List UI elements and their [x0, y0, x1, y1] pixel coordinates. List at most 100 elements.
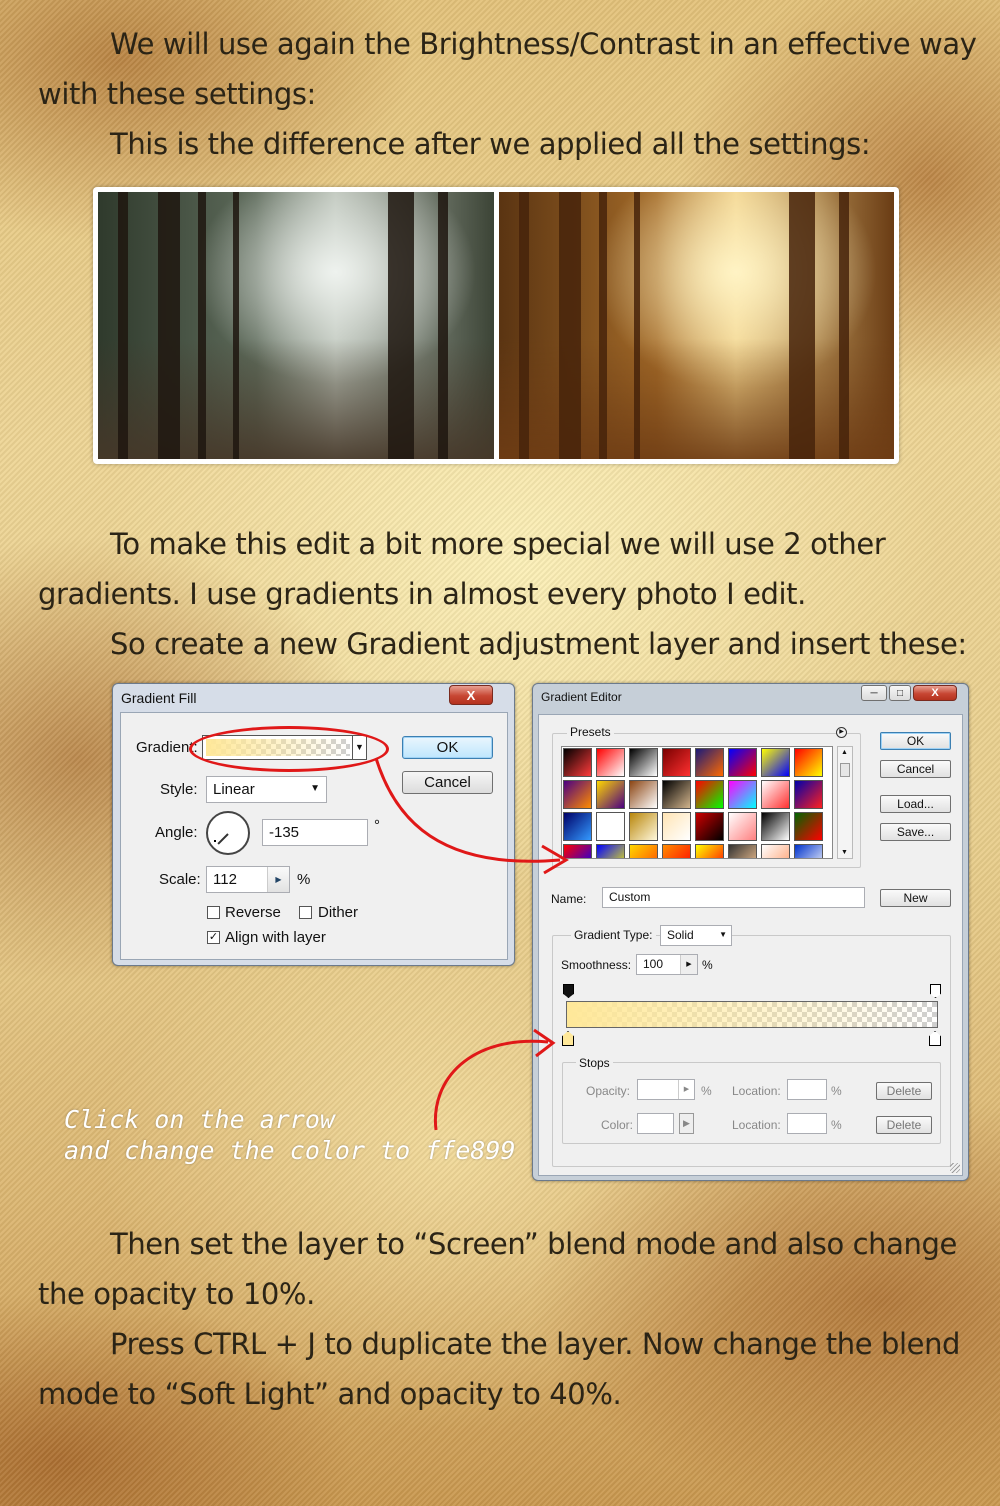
- color-swatch: [637, 1113, 674, 1134]
- preset-swatch[interactable]: [563, 780, 592, 809]
- presets-label: Presets: [567, 725, 614, 739]
- opacity-location-input: [787, 1079, 827, 1100]
- preset-swatch[interactable]: [596, 748, 625, 777]
- preset-swatch[interactable]: [596, 812, 625, 841]
- preset-swatch[interactable]: [629, 812, 658, 841]
- paragraph-text: This is the difference after we applied …: [110, 127, 871, 161]
- close-button[interactable]: X: [913, 685, 957, 701]
- style-label: Style:: [160, 781, 198, 798]
- save-button[interactable]: Save...: [880, 823, 951, 841]
- presets-scrollbar[interactable]: ▲ ▼: [837, 746, 853, 859]
- presets-menu-icon[interactable]: ▶: [836, 727, 847, 738]
- cancel-button[interactable]: Cancel: [402, 771, 493, 794]
- dialog-title: Gradient Fill: [121, 690, 197, 706]
- angle-input[interactable]: -135: [262, 819, 368, 846]
- gradient-bar[interactable]: [566, 1001, 938, 1028]
- load-button[interactable]: Load...: [880, 795, 951, 813]
- gradient-type-value: Solid: [667, 928, 694, 942]
- preset-swatch[interactable]: [728, 748, 757, 777]
- preset-swatch[interactable]: [563, 844, 592, 858]
- preset-swatch[interactable]: [662, 844, 691, 858]
- preset-swatch[interactable]: [794, 748, 823, 777]
- preset-swatch[interactable]: [596, 780, 625, 809]
- color-location-input: [787, 1113, 827, 1134]
- smoothness-arrow-icon[interactable]: ▶: [680, 955, 697, 974]
- scale-input[interactable]: 112 ▶: [206, 866, 290, 893]
- opacity-location-label: Location:: [732, 1084, 781, 1098]
- ok-button[interactable]: OK: [402, 736, 493, 759]
- preset-swatch[interactable]: [629, 748, 658, 777]
- paragraph-text: To make this edit a bit more special we …: [38, 527, 886, 611]
- preset-swatch[interactable]: [728, 780, 757, 809]
- angle-label: Angle:: [155, 824, 198, 841]
- reverse-label: Reverse: [225, 904, 281, 921]
- photo-before: [98, 192, 494, 459]
- preset-swatch[interactable]: [761, 844, 790, 858]
- preset-swatch[interactable]: [662, 812, 691, 841]
- note-line-1: Click on the arrow: [64, 1105, 335, 1134]
- dither-label: Dither: [318, 904, 359, 921]
- preset-swatch[interactable]: [728, 844, 757, 858]
- paragraph-text: So create a new Gradient adjustment laye…: [110, 627, 967, 661]
- paragraph-soft-light: Press CTRL + J to duplicate the layer. N…: [38, 1319, 988, 1419]
- preset-swatch[interactable]: [695, 844, 724, 858]
- resize-grip-icon[interactable]: [950, 1163, 960, 1173]
- align-checkbox[interactable]: ✓: [207, 931, 220, 944]
- annotation-note: Click on the arrow and change the color …: [64, 1104, 516, 1166]
- preset-swatch[interactable]: [563, 812, 592, 841]
- smoothness-input[interactable]: 100 ▶: [636, 954, 698, 975]
- preset-grid: [561, 746, 833, 859]
- preset-swatch[interactable]: [662, 780, 691, 809]
- reverse-checkbox[interactable]: [207, 906, 220, 919]
- photo-after: [498, 192, 894, 459]
- preset-swatch[interactable]: [761, 780, 790, 809]
- preset-swatch[interactable]: [695, 780, 724, 809]
- opacity-input: ▶: [637, 1079, 695, 1100]
- paragraph-screen-blend: Then set the layer to “Screen” blend mod…: [38, 1219, 988, 1319]
- new-button[interactable]: New: [880, 889, 951, 907]
- paragraph-create-layer: So create a new Gradient adjustment laye…: [38, 619, 988, 669]
- minimize-button[interactable]: ─: [861, 685, 887, 701]
- delete-color-button[interactable]: Delete: [876, 1116, 932, 1134]
- window-controls: ─ □ X: [861, 685, 957, 701]
- dither-checkbox[interactable]: [299, 906, 312, 919]
- preset-swatch[interactable]: [761, 748, 790, 777]
- preset-swatch[interactable]: [662, 748, 691, 777]
- preset-swatch[interactable]: [563, 748, 592, 777]
- smoothness-unit: %: [702, 958, 713, 972]
- preset-swatch[interactable]: [596, 844, 625, 858]
- angle-needle: [217, 833, 229, 845]
- gradient-type-select[interactable]: Solid ▼: [660, 925, 732, 946]
- dialog-body: Presets ▶ ▲ ▼ OK Cancel Load... Save... …: [538, 714, 963, 1176]
- angle-dial[interactable]: [206, 811, 250, 855]
- maximize-button[interactable]: □: [889, 685, 911, 701]
- scale-unit: %: [297, 871, 311, 888]
- close-button[interactable]: X: [449, 685, 493, 705]
- scale-slider-arrow-icon[interactable]: ▶: [267, 867, 289, 892]
- ok-button[interactable]: OK: [880, 732, 951, 750]
- preset-swatch[interactable]: [629, 844, 658, 858]
- preset-swatch[interactable]: [695, 812, 724, 841]
- paragraph-difference: This is the difference after we applied …: [38, 119, 988, 169]
- cancel-button[interactable]: Cancel: [880, 760, 951, 778]
- preset-swatch[interactable]: [794, 812, 823, 841]
- delete-opacity-button[interactable]: Delete: [876, 1082, 932, 1100]
- paragraph-text: Press CTRL + J to duplicate the layer. N…: [38, 1327, 961, 1411]
- opacity-unit: %: [701, 1084, 712, 1098]
- preset-swatch[interactable]: [695, 748, 724, 777]
- color-location-label: Location:: [732, 1118, 781, 1132]
- smoothness-value: 100: [643, 957, 664, 971]
- angle-unit: °: [374, 817, 380, 834]
- scale-label: Scale:: [159, 871, 201, 888]
- paragraph-gradients: To make this edit a bit more special we …: [38, 519, 988, 619]
- preset-swatch[interactable]: [728, 812, 757, 841]
- preset-swatch[interactable]: [761, 812, 790, 841]
- highlight-circle: [189, 726, 389, 772]
- name-input[interactable]: Custom: [602, 887, 865, 908]
- color-location-unit: %: [831, 1118, 842, 1132]
- preset-swatch[interactable]: [794, 844, 823, 858]
- preset-swatch[interactable]: [629, 780, 658, 809]
- style-select[interactable]: Linear ▼: [206, 776, 327, 803]
- color-arrow-icon: ▶: [679, 1113, 694, 1134]
- preset-swatch[interactable]: [794, 780, 823, 809]
